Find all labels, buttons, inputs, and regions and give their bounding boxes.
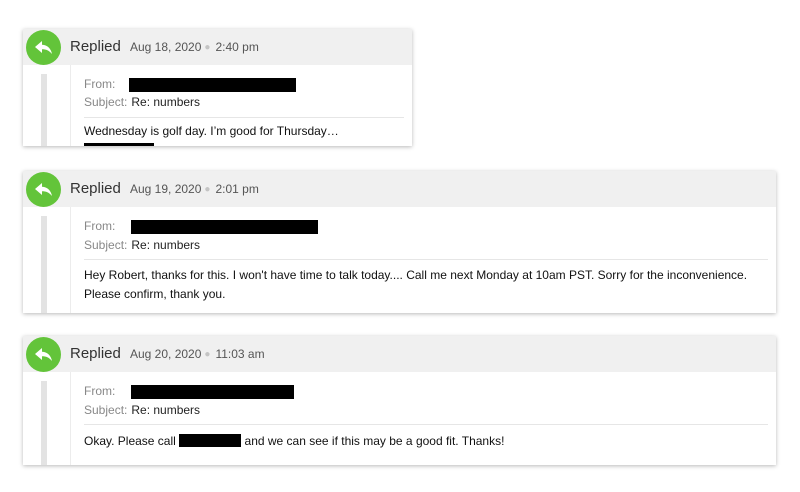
redacted-text <box>84 143 154 146</box>
from-label: From: <box>84 219 116 233</box>
from-row: From: <box>84 219 319 234</box>
email-header[interactable]: Replied Aug 20, 2020 ● 11:03 am <box>23 336 776 372</box>
thread-indicator <box>41 74 47 146</box>
divider <box>84 259 768 260</box>
email-timestamp: Aug 20, 2020 ● 11:03 am <box>130 347 265 361</box>
email-details: From: Subject: Re: numbers Wednesday is g… <box>70 65 412 146</box>
divider <box>84 424 768 425</box>
status-label: Replied <box>70 345 121 362</box>
message-body: Wednesday is golf day. I’m good for Thur… <box>84 122 404 146</box>
subject-label: Subject: <box>84 238 128 252</box>
reply-arrow-icon <box>26 172 61 207</box>
redacted-text <box>179 434 242 447</box>
email-header[interactable]: Replied Aug 19, 2020 ● 2:01 pm <box>23 171 776 207</box>
redacted-sender <box>131 384 295 399</box>
reply-arrow-icon <box>26 30 61 65</box>
subject-row: Subject: Re: numbers <box>84 95 200 109</box>
thread-indicator <box>41 216 47 313</box>
email-card-1[interactable]: Replied Aug 18, 2020 ● 2:40 pm From: Subje… <box>23 29 412 146</box>
email-card-3[interactable]: Replied Aug 20, 2020 ● 11:03 am From: Subj… <box>23 336 776 465</box>
subject-label: Subject: <box>84 403 128 417</box>
redacted-sender <box>129 77 297 92</box>
subject-row: Subject: Re: numbers <box>84 403 200 417</box>
reply-arrow-icon <box>26 337 61 372</box>
message-body: Hey Robert, thanks for this. I won't hav… <box>84 268 748 301</box>
from-label: From: <box>84 384 116 398</box>
status-label: Replied <box>70 180 121 197</box>
thread-indicator <box>41 381 47 465</box>
subject-value: Re: numbers <box>131 238 201 252</box>
subject-value: Re: numbers <box>131 403 201 417</box>
message-body: Okay. Please call and we can see if this… <box>84 434 505 448</box>
from-label: From: <box>84 77 116 91</box>
email-card-2[interactable]: Replied Aug 19, 2020 ● 2:01 pm From: Subje… <box>23 171 776 313</box>
email-details: From: Subject: Re: numbers Hey Robert, th… <box>70 207 776 313</box>
subject-label: Subject: <box>84 95 128 109</box>
from-row: From: <box>84 77 297 92</box>
redacted-sender <box>131 219 319 234</box>
email-header[interactable]: Replied Aug 18, 2020 ● 2:40 pm <box>23 29 412 65</box>
email-timestamp: Aug 18, 2020 ● 2:40 pm <box>130 40 259 54</box>
subject-value: Re: numbers <box>131 95 201 109</box>
from-row: From: <box>84 384 295 399</box>
email-timestamp: Aug 19, 2020 ● 2:01 pm <box>130 182 259 196</box>
divider <box>84 117 404 118</box>
email-details: From: Subject: Re: numbers Okay. Please c… <box>70 372 776 465</box>
status-label: Replied <box>70 38 121 55</box>
subject-row: Subject: Re: numbers <box>84 238 200 252</box>
